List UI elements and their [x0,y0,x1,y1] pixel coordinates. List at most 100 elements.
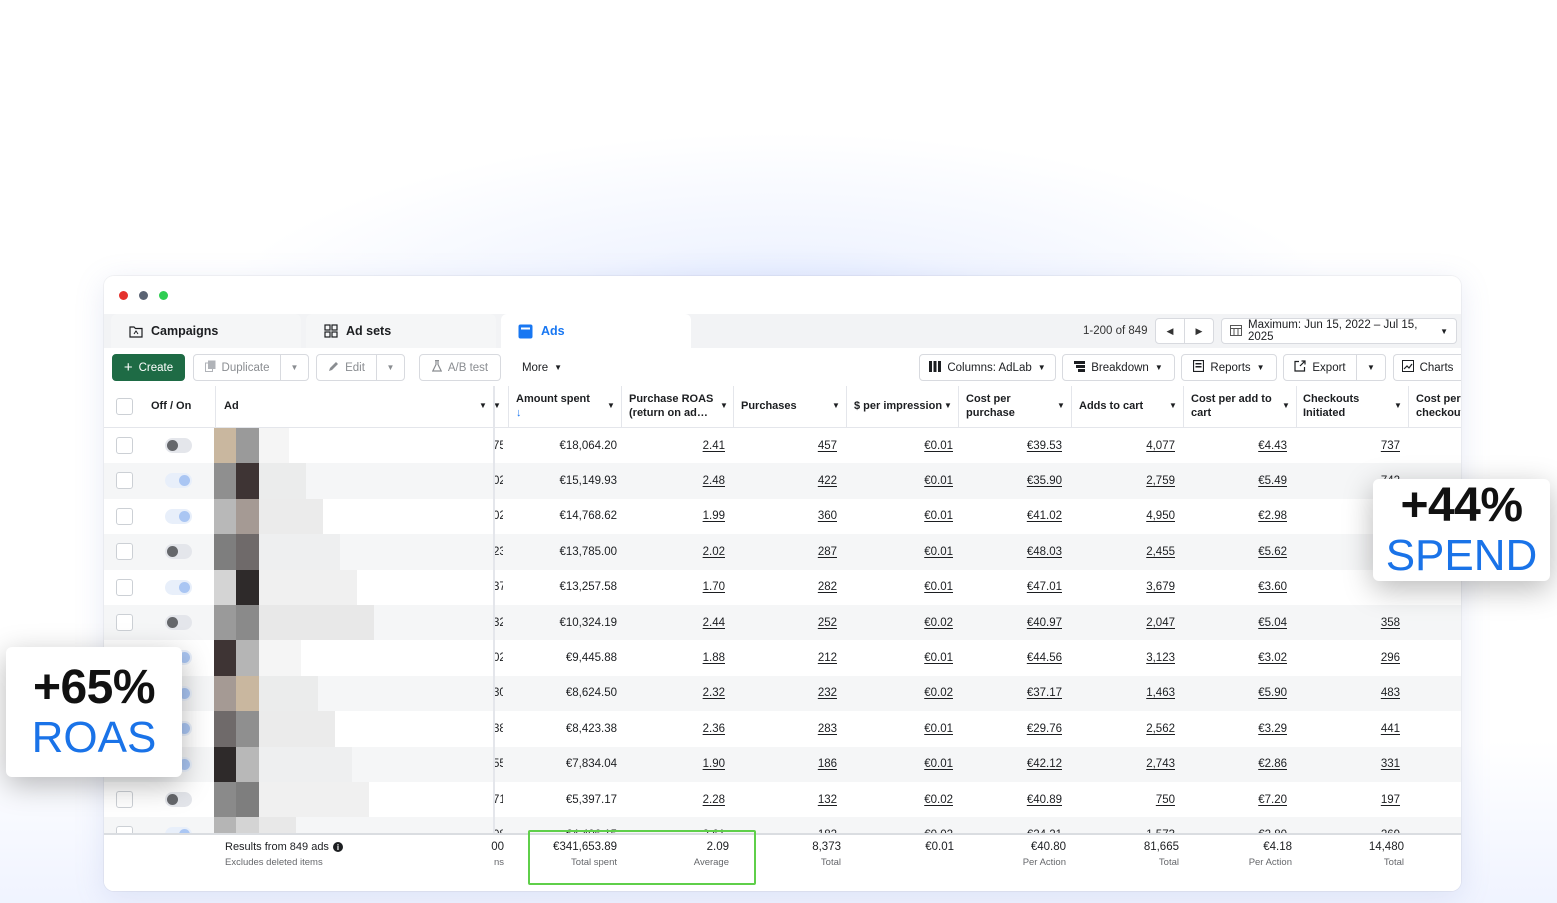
cell-atc[interactable]: 1,463 [1095,676,1175,711]
cell-cpatc[interactable]: €7.20 [1207,782,1287,817]
ad-thumbnail[interactable] [214,711,236,747]
cell-roas[interactable]: 1.88 [645,640,725,675]
caret-down-icon[interactable]: ▼ [832,401,840,410]
cell-cpatc[interactable]: €5.62 [1207,534,1287,569]
duplicate-dropdown-button[interactable]: ▼ [280,354,309,381]
table-row[interactable]: 32 €10,324.19 2.44 252 €0.02 €40.97 2,047 €5.04… [104,605,1461,641]
header-per-impression[interactable]: $ per impression [854,386,949,428]
cell-purchases[interactable]: 282 [757,570,837,605]
cell-cpatc[interactable]: €3.60 [1207,570,1287,605]
cell-cpp[interactable]: €40.97 [982,605,1062,640]
cell-cpp[interactable]: €37.17 [982,676,1062,711]
ad-thumbnail[interactable] [214,605,236,641]
ad-thumbnail[interactable] [214,782,236,818]
cell-roas[interactable]: 1.70 [645,570,725,605]
table-row[interactable]: 30 €8,624.50 2.32 232 €0.02 €37.17 1,463 €5.90 4… [104,675,1461,712]
table-row[interactable]: 38 €8,423.38 2.36 283 €0.01 €29.76 2,562 €3.29 4… [104,711,1461,747]
cell-roas[interactable]: 1.90 [645,747,725,782]
info-icon[interactable]: i [332,842,343,852]
cell-cpp[interactable]: €24.21 [982,817,1062,833]
cell-cpatc[interactable]: €2.86 [1207,747,1287,782]
caret-down-icon[interactable]: ▼ [607,401,615,410]
cell-cpatc[interactable]: €3.29 [1207,711,1287,746]
charts-button[interactable]: Charts [1393,354,1461,381]
cell-cpp[interactable]: €41.02 [982,499,1062,534]
cell-cpatc[interactable]: €2.98 [1207,499,1287,534]
header-cost-per-checkout[interactable]: Cost per checkout [1416,386,1461,428]
cell-impression[interactable]: €0.01 [873,463,953,498]
caret-down-icon[interactable]: ▼ [1282,401,1290,410]
table-row[interactable]: 23 €13,785.00 2.02 287 €0.01 €48.03 2,455 €5.62 [104,534,1461,570]
tab-campaigns[interactable]: Campaigns [111,314,301,348]
cell-atc[interactable]: 2,759 [1095,463,1175,498]
cell-cpatc[interactable]: €5.04 [1207,605,1287,640]
cell-impression[interactable]: €0.01 [873,428,953,463]
date-range-picker[interactable]: Maximum: Jun 15, 2022 – Jul 15, 2025 ▼ [1221,318,1457,344]
cell-impression[interactable]: €0.01 [873,747,953,782]
create-button[interactable]: + Create [112,354,185,381]
cell-impression[interactable]: €0.01 [873,499,953,534]
ad-status-toggle[interactable] [165,544,192,560]
cell-impression[interactable]: €0.02 [873,817,953,833]
table-row[interactable]: 55 €7,834.04 1.90 186 €0.01 €42.12 2,743 €2.86 3… [104,746,1461,782]
cell-roas[interactable]: 1.99 [645,499,725,534]
ad-thumbnail[interactable] [214,569,236,605]
cell-purchases[interactable]: 132 [757,782,837,817]
row-checkbox[interactable] [116,437,133,454]
cell-purchases[interactable]: 186 [757,747,837,782]
ad-thumbnail[interactable] [214,463,236,499]
cell-atc[interactable]: 3,123 [1095,640,1175,675]
table-row[interactable]: 02 €15,149.93 2.48 422 €0.01 €35.90 2,759 €5.49… [104,463,1461,499]
cell-impression[interactable]: €0.02 [873,782,953,817]
cell-atc[interactable]: 750 [1095,782,1175,817]
cell-atc[interactable]: 2,047 [1095,605,1175,640]
cell-cpp[interactable]: €39.53 [982,428,1062,463]
next-page-button[interactable]: ▶ [1184,318,1214,344]
table-row[interactable]: 75 €18,064.20 2.41 457 €0.01 €39.53 4,077 €4.43… [104,428,1461,464]
cell-atc[interactable]: 3,679 [1095,570,1175,605]
cell-roas[interactable]: 2.44 [645,605,725,640]
ad-status-toggle[interactable] [165,438,192,453]
cell-checkouts[interactable]: 197 [1320,782,1400,817]
table-row[interactable]: 71 €5,397.17 2.28 132 €0.02 €40.89 750 €7.20 197 [104,782,1461,818]
previous-page-button[interactable]: ◀ [1155,318,1185,344]
cell-purchases[interactable]: 283 [757,711,837,746]
cell-cpatc[interactable]: €5.49 [1207,463,1287,498]
ad-status-toggle[interactable] [165,792,192,807]
header-checkouts-initiated[interactable]: Checkouts Initiated [1303,386,1383,428]
header-cost-per-add-to-cart[interactable]: Cost per add to cart [1191,386,1281,428]
close-window-dot[interactable] [119,291,128,300]
header-adds-to-cart[interactable]: Adds to cart [1079,386,1169,428]
cell-atc[interactable]: 1,573 [1095,817,1175,833]
caret-down-icon[interactable]: ▼ [479,401,487,410]
maximize-window-dot[interactable] [159,291,168,300]
cell-purchases[interactable]: 232 [757,676,837,711]
cell-cpatc[interactable]: €4.43 [1207,428,1287,463]
ad-thumbnail[interactable] [214,498,236,535]
cell-checkouts[interactable]: 358 [1320,605,1400,640]
cell-roas[interactable]: 2.32 [645,676,725,711]
ad-thumbnail[interactable] [214,428,236,464]
cell-purchases[interactable]: 252 [757,605,837,640]
cell-roas[interactable]: 2.28 [645,782,725,817]
table-row[interactable]: 02 €14,768.62 1.99 360 €0.01 €41.02 4,950 €2.98 [104,498,1461,535]
cell-checkouts[interactable]: 483 [1320,676,1400,711]
cell-purchases[interactable]: 422 [757,463,837,498]
cell-impression[interactable]: €0.02 [873,676,953,711]
cell-atc[interactable]: 2,455 [1095,534,1175,569]
cell-cpp[interactable]: €47.01 [982,570,1062,605]
select-all-checkbox[interactable] [116,398,133,415]
cell-purchases[interactable]: 287 [757,534,837,569]
header-cost-per-purchase[interactable]: Cost per purchase [966,386,1036,428]
cell-checkouts[interactable]: 331 [1320,747,1400,782]
ad-status-toggle[interactable] [165,473,192,489]
header-amount-spent[interactable]: Amount spent ↓ [516,386,606,428]
row-checkbox[interactable] [116,826,133,833]
header-ad[interactable]: Ad [224,386,424,428]
table-row[interactable]: 02 €9,445.88 1.88 212 €0.01 €44.56 3,123 €3.02 2… [104,640,1461,676]
cell-cpatc[interactable]: €2.80 [1207,817,1287,833]
row-checkbox[interactable] [116,507,133,525]
cell-checkouts[interactable]: 296 [1320,640,1400,675]
cell-roas[interactable]: 2.41 [645,428,725,463]
header-purchase-roas[interactable]: Purchase ROAS (return on ad… [629,386,721,428]
